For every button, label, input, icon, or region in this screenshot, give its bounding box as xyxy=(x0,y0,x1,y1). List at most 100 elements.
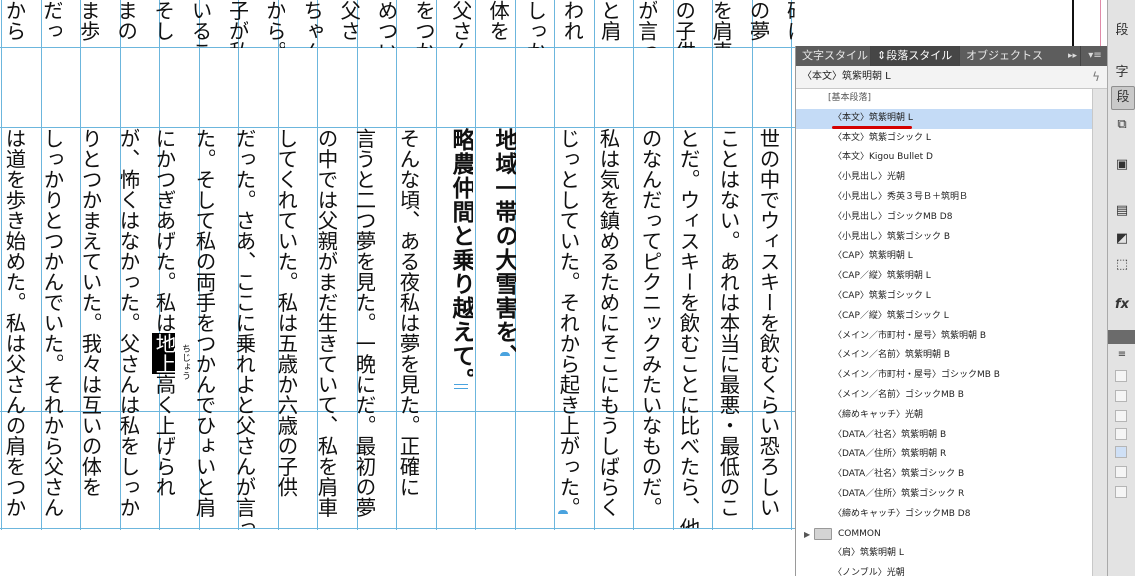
text-column[interactable]: いるこ xyxy=(188,0,211,48)
text-column[interactable]: た。そして私の両手をつかんでひょいと肩 xyxy=(192,128,215,528)
tab-character-styles[interactable]: 文字スタイル xyxy=(796,46,871,66)
style-list-scrollbar[interactable] xyxy=(1092,89,1108,576)
frame-overflow-icon[interactable] xyxy=(558,510,568,514)
text-column[interactable]: ま歩 xyxy=(76,0,99,48)
style-list[interactable]: [基本段落] 〈本文〉筑紫明朝 L 〈本文〉筑紫ゴシック L 〈本文〉Kigou Bu… xyxy=(796,89,1092,576)
text-column[interactable]: 体を xyxy=(486,0,509,48)
text-column[interactable]: だった。さあ、ここに乗れよと父さんが言っ xyxy=(232,128,255,528)
text-column[interactable]: りとつかまえていた。我々は互いの体を xyxy=(78,128,101,528)
swatch-checkbox[interactable] xyxy=(1115,466,1127,478)
text-column[interactable]: ことはない。あれは本当に最悪・最低のこ xyxy=(716,128,739,528)
guide-vertical xyxy=(751,0,753,530)
transform-icon[interactable]: ⧉ xyxy=(1111,114,1133,136)
text-column[interactable]: の夢 xyxy=(746,0,769,48)
style-item[interactable]: 〈DATA／社名〉筑紫ゴシック B xyxy=(796,465,1092,485)
swatch-checkbox[interactable] xyxy=(1115,486,1127,498)
style-item[interactable]: 〈本文〉Kigou Bullet D xyxy=(796,148,1092,168)
text-column-end: 高く上げられ xyxy=(152,374,175,497)
swatch-checkbox[interactable] xyxy=(1115,370,1127,382)
style-item-basic-paragraph[interactable]: [基本段落] xyxy=(796,89,1092,109)
swatch-checkbox[interactable] xyxy=(1115,428,1127,440)
text-column[interactable]: そし xyxy=(151,0,174,48)
document-canvas[interactable]: から だっ ま歩 まの そし いるこ 子が私 から。 ちゃん 父さ めつい をつか 父さん 体を しっか われ… xyxy=(0,0,795,576)
style-item[interactable]: 〈小見出し〉ゴシックMB D8 xyxy=(796,208,1092,228)
text-column[interactable]: してくれていた。私は五歳か六歳の子供 xyxy=(274,128,297,528)
text-column-selected[interactable]: にかつぎあげた。私は地上高く上げられ xyxy=(152,128,175,528)
text-column[interactable]: 父さん xyxy=(448,0,471,48)
style-item[interactable]: 〈CAP／縦〉筑紫ゴシック L xyxy=(796,307,1092,327)
align-icon[interactable]: ▤ xyxy=(1111,200,1133,222)
style-item[interactable]: 〈メイン／市町村・屋号〉筑紫明朝 B xyxy=(796,327,1092,347)
style-item[interactable]: 〈メイン／市町村・屋号〉ゴシックMB B xyxy=(796,366,1092,386)
style-item[interactable]: 〈締めキャッチ〉光朝 xyxy=(796,406,1092,426)
text-column[interactable]: を肩車 xyxy=(709,0,732,48)
swatch-checkbox[interactable] xyxy=(1115,446,1127,458)
text-column[interactable]: 父さ xyxy=(337,0,360,48)
text-column[interactable]: 子が私 xyxy=(225,0,248,48)
transform-box-icon[interactable]: ⬚ xyxy=(1111,254,1133,276)
guide-vertical xyxy=(672,0,674,530)
text-column[interactable]: そんな頃、ある夜私は夢を見た。正確に xyxy=(396,128,419,528)
text-column[interactable]: しっか xyxy=(523,0,546,48)
style-item[interactable]: 〈メイン／名前〉筑紫明朝 B xyxy=(796,346,1092,366)
style-item[interactable]: 〈DATA／住所〉筑紫ゴシック R xyxy=(796,485,1092,505)
paragraph-icon[interactable]: 段 xyxy=(1111,20,1133,42)
text-column[interactable]: とだ。ウィスキーを飲むことに比べたら、他 xyxy=(676,128,699,528)
style-item[interactable]: 〈締めキャッチ〉ゴシックMB D8 xyxy=(796,505,1092,525)
swatch-checkbox[interactable] xyxy=(1115,390,1127,402)
dock-menu-icon[interactable]: ≡ xyxy=(1111,344,1133,366)
frame-overflow-icon[interactable] xyxy=(500,352,510,356)
dock-collapse-bar[interactable] xyxy=(1108,330,1135,344)
text-column[interactable]: の中では父親がまだ生きていて、私を肩車 xyxy=(314,128,337,528)
style-item[interactable]: 〈ノンブル〉光朝 xyxy=(796,564,1092,576)
frame-port-icon[interactable] xyxy=(454,384,468,389)
pathfinder-icon[interactable]: ◩ xyxy=(1111,228,1133,250)
text-column[interactable]: 言うと二つ夢を見た。一晩にだ。最初の夢 xyxy=(352,128,375,528)
style-item[interactable]: 〈CAP〉筑紫ゴシック L xyxy=(796,287,1092,307)
text-column[interactable]: 確に xyxy=(783,0,795,48)
headline-line-1[interactable]: 地域一帯の大雪害を、 xyxy=(493,128,516,388)
style-item[interactable]: 〈小見出し〉筑紫ゴシック B xyxy=(796,228,1092,248)
style-item[interactable]: 〈本文〉筑紫ゴシック L xyxy=(796,129,1092,149)
tab-paragraph-styles[interactable]: ⇕段落スタイル xyxy=(871,46,960,66)
text-column[interactable]: の子供 xyxy=(672,0,695,48)
stroke-icon[interactable]: ▣ xyxy=(1111,154,1133,176)
text-column[interactable]: ちゃん xyxy=(300,0,323,48)
text-column[interactable]: 世の中でウィスキーを飲むくらい恐ろしい xyxy=(756,128,779,528)
style-item[interactable]: 〈DATA／住所〉筑紫明朝 R xyxy=(796,445,1092,465)
text-column[interactable]: と肩 xyxy=(597,0,620,48)
style-item[interactable]: 〈小見出し〉秀英３号Ｂ＋筑明Ｂ xyxy=(796,188,1092,208)
text-column[interactable]: から。 xyxy=(262,0,285,48)
headline-line-2[interactable]: 略農仲間と乗り越えて。 xyxy=(450,128,473,388)
lightning-bolt-icon[interactable]: ϟ xyxy=(1092,66,1100,88)
selected-text[interactable]: 地上 xyxy=(152,333,175,374)
text-column[interactable]: が言っ xyxy=(634,0,657,48)
text-column[interactable]: われ xyxy=(560,0,583,48)
character-icon[interactable]: 字 xyxy=(1111,62,1133,84)
text-column[interactable]: しっかりとつかんでいた。それから父さん xyxy=(40,128,63,528)
panel-menu-icon[interactable]: ▾≡ xyxy=(1084,48,1106,64)
panel-expand-icon[interactable]: ▸▸ xyxy=(1068,48,1082,64)
text-column[interactable]: は道を歩き始めた。私は父さんの肩をつか xyxy=(2,128,25,528)
style-item[interactable]: 〈DATA／社名〉筑紫明朝 B xyxy=(796,426,1092,446)
text-column[interactable]: が、怖くはなかった。父さんは私をしっか xyxy=(116,128,139,528)
style-item[interactable]: 〈小見出し〉光朝 xyxy=(796,168,1092,188)
style-item[interactable]: 〈肩〉筑紫明朝 L xyxy=(796,544,1092,564)
disclosure-triangle-icon[interactable]: ▶ xyxy=(804,525,814,545)
style-item[interactable]: 〈CAP／縦〉筑紫明朝 L xyxy=(796,267,1092,287)
text-column[interactable]: めつい xyxy=(374,0,397,48)
text-column[interactable]: のなんだってピクニックみたいなものだ。 xyxy=(638,128,661,528)
swatch-checkbox[interactable] xyxy=(1115,410,1127,422)
text-column[interactable]: をつか xyxy=(411,0,434,48)
effects-icon[interactable]: fx xyxy=(1111,294,1133,316)
style-group-common[interactable]: ▶ COMMON xyxy=(796,525,1092,545)
style-item[interactable]: 〈メイン／名前〉ゴシックMB B xyxy=(796,386,1092,406)
tab-object-styles[interactable]: オブジェクトス xyxy=(960,46,1081,66)
text-column[interactable]: まの xyxy=(114,0,137,48)
text-column[interactable]: だっ xyxy=(39,0,62,48)
text-column[interactable]: じっとしていた。それから起き上がった。 xyxy=(556,128,579,528)
style-item[interactable]: 〈CAP〉筑紫明朝 L xyxy=(796,247,1092,267)
paragraph-styles-icon[interactable]: 段 xyxy=(1111,86,1135,110)
text-column[interactable]: 私は気を鎮めるためにそこにもうしばらく xyxy=(596,128,619,528)
text-column[interactable]: から xyxy=(2,0,25,48)
